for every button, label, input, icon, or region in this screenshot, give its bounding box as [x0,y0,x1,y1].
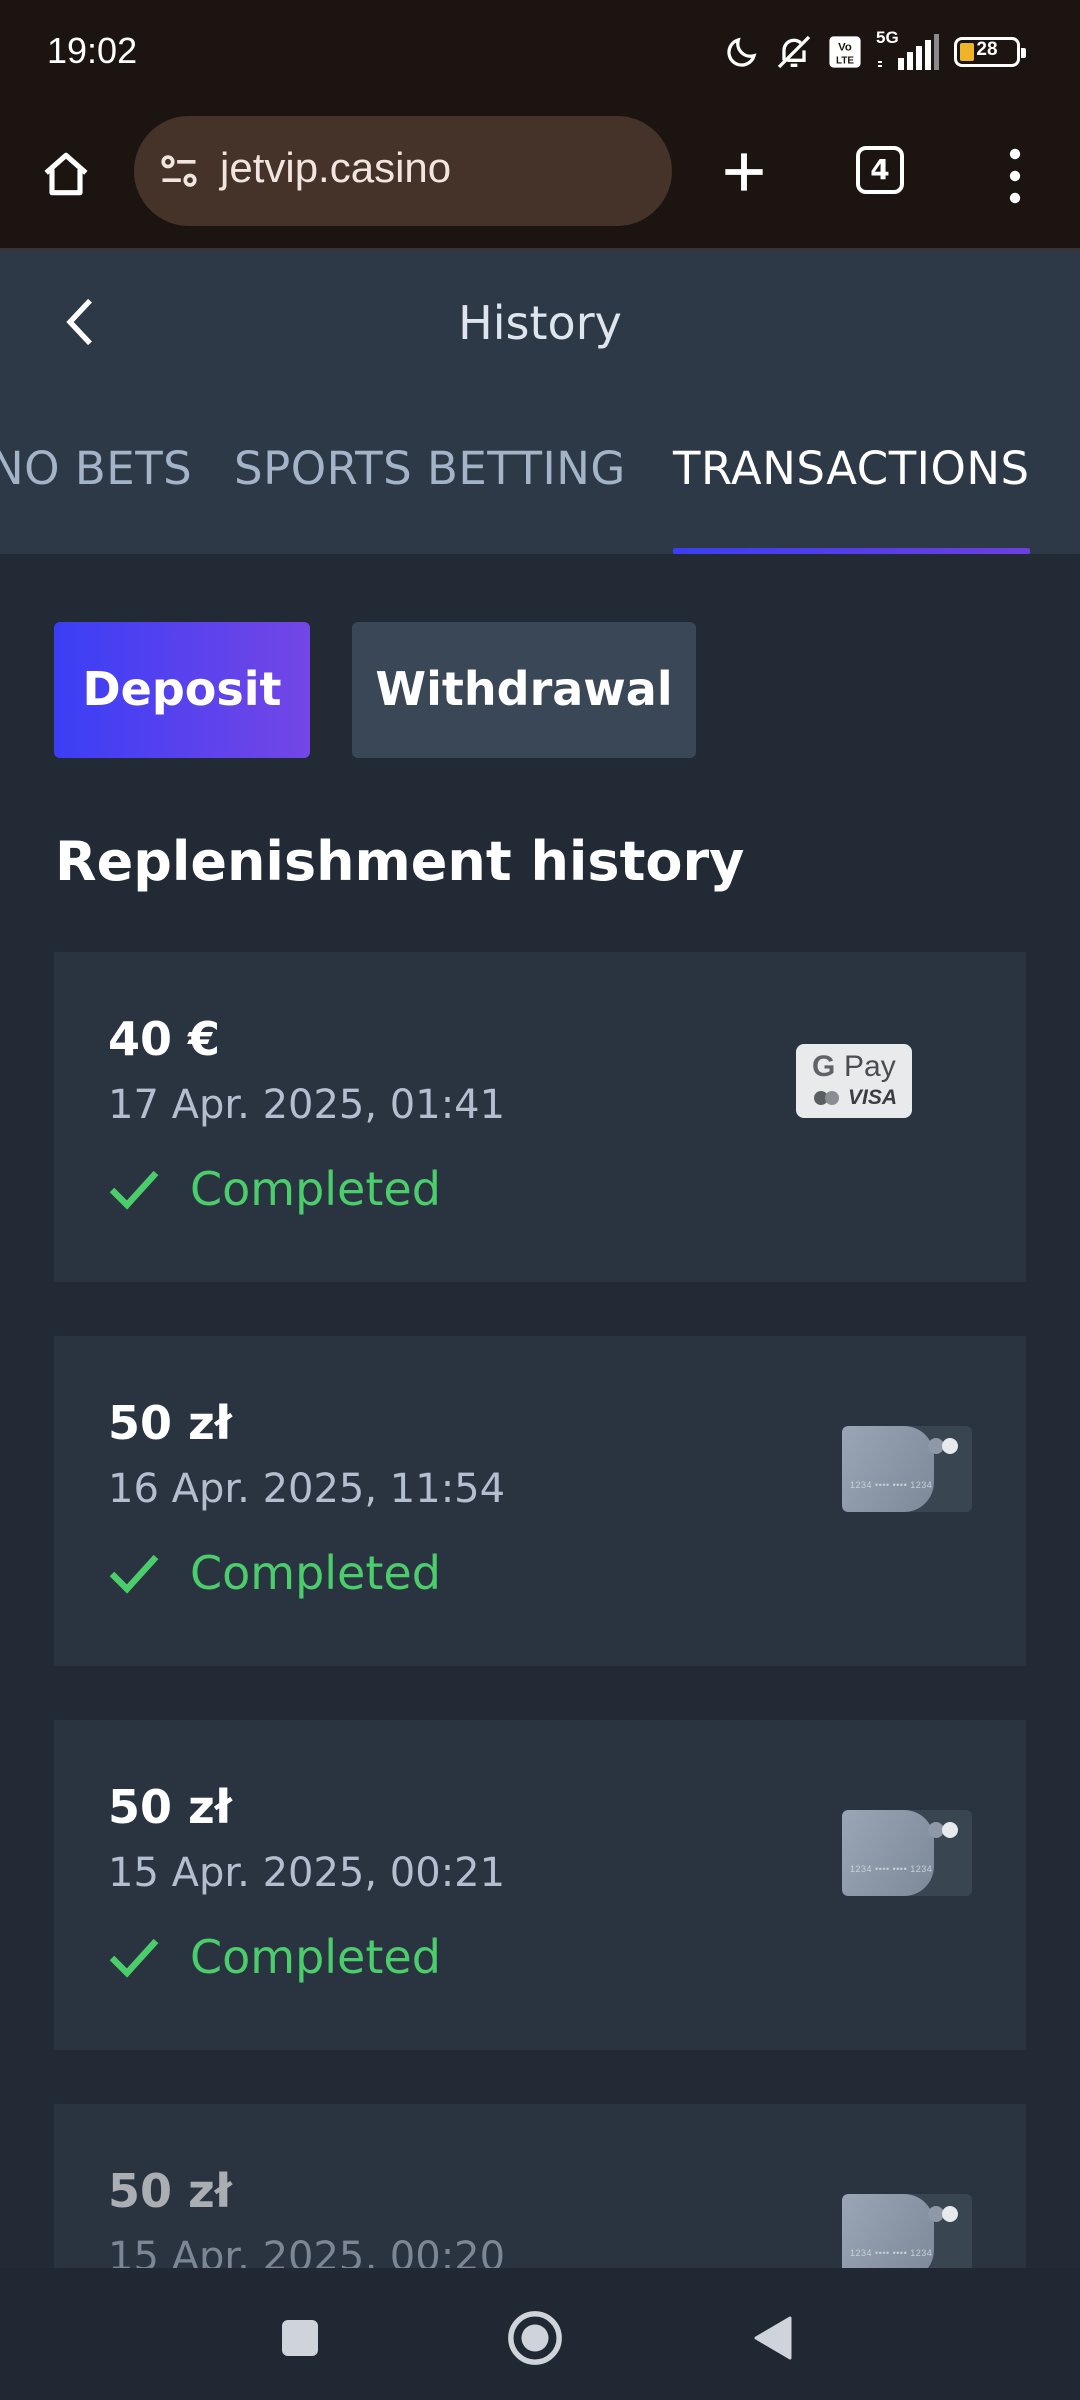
check-icon [109,1554,159,1594]
gpay-pay: Pay [844,1050,896,1083]
transaction-status: Completed [108,1546,441,1600]
triangle-back-icon [754,2316,792,2360]
status-label: Completed [190,1546,441,1600]
card-number: 1234 •••• •••• 1234 [850,1480,933,1490]
transaction-amount: 50 zł [108,1780,232,1834]
status-label: Completed [190,1162,441,1216]
transaction-amount: 50 zł [108,2164,232,2218]
bank-card-icon: 1234 •••• •••• 1234 [842,1810,972,1896]
content-area: Deposit Withdrawal Replenishment history… [0,0,1080,2268]
transaction-card[interactable]: 50 zł 16 Apr. 2025, 11:54 Completed 1234… [54,1336,1026,1666]
check-icon [109,1938,159,1978]
mastercard-icon [814,1091,839,1105]
transaction-date: 15 Apr. 2025, 00:21 [108,1850,506,1896]
home-nav-button[interactable] [505,2308,565,2368]
square-icon [282,2320,318,2356]
transaction-status: Completed [108,1162,441,1216]
gpay-g: G [812,1050,836,1083]
transaction-date: 17 Apr. 2025, 01:41 [108,1082,506,1128]
transaction-date: 15 Apr. 2025, 00:20 [108,2234,506,2268]
transaction-amount: 50 zł [108,1396,232,1450]
transaction-date: 16 Apr. 2025, 11:54 [108,1466,506,1512]
recents-button[interactable] [270,2308,330,2368]
card-number: 1234 •••• •••• 1234 [850,1864,933,1874]
check-icon [109,1170,159,1210]
back-nav-button[interactable] [742,2308,802,2368]
google-pay-logo: G Pay VISA [796,1044,912,1118]
transaction-card[interactable]: 40 € 17 Apr. 2025, 01:41 Completed G Pay… [54,952,1026,1282]
visa-label: VISA [848,1086,898,1109]
transaction-card[interactable]: 50 zł 15 Apr. 2025, 00:20 1234 •••• ••••… [54,2104,1026,2268]
system-nav-bar [0,2268,1080,2400]
transaction-status: Completed [108,1930,441,1984]
deposit-button[interactable]: Deposit [54,622,310,758]
bank-card-icon: 1234 •••• •••• 1234 [842,1426,972,1512]
transaction-card[interactable]: 50 zł 15 Apr. 2025, 00:21 Completed 1234… [54,1720,1026,2050]
status-label: Completed [190,1930,441,1984]
withdrawal-button[interactable]: Withdrawal [352,622,696,758]
transaction-amount: 40 € [108,1012,221,1066]
card-number: 1234 •••• •••• 1234 [850,2248,933,2258]
section-title: Replenishment history [55,830,745,893]
circle-icon [508,2311,562,2365]
bank-card-icon: 1234 •••• •••• 1234 [842,2194,972,2268]
